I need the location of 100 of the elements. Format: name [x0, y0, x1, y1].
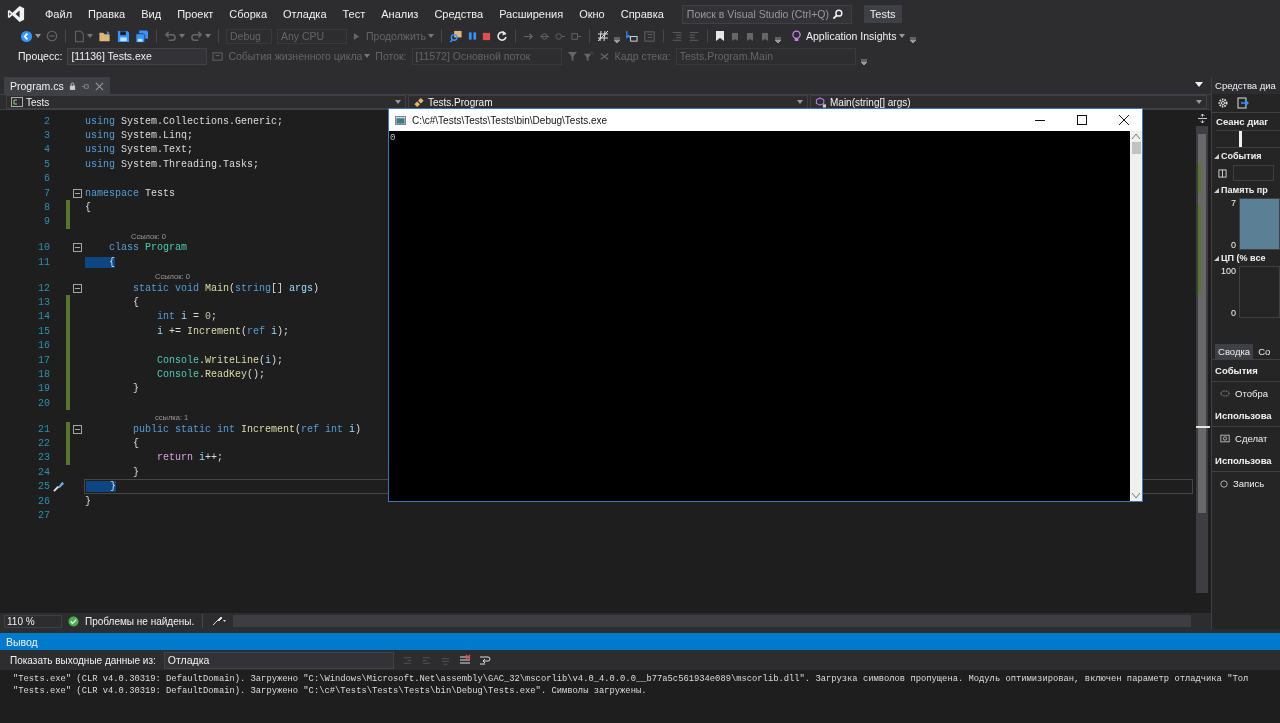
- overflow-icon[interactable]: [909, 37, 916, 43]
- menu-item[interactable]: Сборка: [221, 8, 275, 20]
- process-label: Процесс:: [18, 50, 63, 62]
- line-number: 12: [37, 282, 50, 294]
- caret-icon[interactable]: [428, 34, 435, 38]
- axis-tick: 100: [1221, 266, 1237, 276]
- menu-item[interactable]: Файл: [37, 8, 81, 20]
- menu-item[interactable]: Отладка: [275, 8, 335, 20]
- brush-icon[interactable]: [211, 616, 228, 626]
- redo-icon[interactable]: [190, 29, 203, 43]
- lightbulb-icon[interactable]: [792, 29, 802, 43]
- line-number: 23: [37, 452, 50, 464]
- collapse-icon[interactable]: [73, 243, 82, 253]
- line-number: 21: [37, 423, 50, 435]
- caret-icon[interactable]: [898, 34, 905, 38]
- menu-item[interactable]: Средства: [426, 8, 492, 20]
- expander-icon[interactable]: [1214, 153, 1220, 159]
- caret-icon[interactable]: [179, 34, 185, 38]
- caret-icon[interactable]: [1196, 100, 1203, 104]
- maximize-icon[interactable]: [1077, 115, 1087, 125]
- save-icon[interactable]: [117, 29, 130, 43]
- clear-all-icon[interactable]: [458, 654, 471, 666]
- vertical-scrollbar[interactable]: [1130, 131, 1142, 501]
- axis-tick: 0: [1231, 240, 1237, 250]
- search-field[interactable]: Поиск в Visual Studio (Ctrl+Q): [681, 4, 852, 24]
- settings-icon[interactable]: [1217, 97, 1230, 109]
- hash-icon[interactable]: [597, 30, 610, 42]
- filter-icon[interactable]: [582, 50, 594, 62]
- stop-icon[interactable]: [482, 31, 492, 41]
- menu-item[interactable]: Справка: [612, 8, 672, 20]
- menu-item[interactable]: Правка: [80, 8, 134, 20]
- caret-icon[interactable]: [395, 100, 401, 104]
- word-wrap-icon[interactable]: [478, 654, 491, 666]
- cursor-icon[interactable]: [625, 29, 639, 43]
- project-dropdown[interactable]: Tests: [6, 95, 406, 109]
- menu-item[interactable]: Окно: [571, 8, 613, 20]
- events-track: [1233, 165, 1274, 181]
- output-source-dropdown[interactable]: Отладка: [163, 651, 394, 669]
- caret-icon[interactable]: [205, 34, 211, 38]
- close-icon[interactable]: [1119, 115, 1129, 125]
- tab-list-icon[interactable]: [1195, 82, 1204, 87]
- folder-icon[interactable]: [98, 29, 112, 43]
- application-insights-button[interactable]: Application Insights: [806, 30, 897, 42]
- caret-icon[interactable]: [797, 100, 803, 104]
- overflow-icon[interactable]: [614, 37, 621, 43]
- find-source-icon[interactable]: [449, 29, 464, 43]
- code-line: int i = 0;: [156, 311, 218, 323]
- undo-icon[interactable]: [164, 29, 177, 43]
- bookmark-icon[interactable]: [715, 30, 726, 42]
- issues-status[interactable]: Проблемы не найдены.: [85, 615, 195, 627]
- line-number: 2: [43, 115, 50, 127]
- code-line: return i++;: [156, 452, 224, 464]
- summary-item[interactable]: Сделат: [1235, 433, 1268, 444]
- expander-icon[interactable]: [1214, 187, 1220, 193]
- screwdriver-icon[interactable]: [51, 480, 65, 494]
- scroll-thumb[interactable]: [1131, 142, 1141, 154]
- back-icon[interactable]: [20, 29, 33, 43]
- collapse-icon[interactable]: [73, 424, 82, 434]
- restart-icon[interactable]: [496, 30, 509, 42]
- pin-icon[interactable]: [80, 81, 90, 91]
- collapse-icon[interactable]: [73, 188, 82, 198]
- split-icon[interactable]: [1197, 114, 1207, 123]
- summary-item[interactable]: Отобра: [1235, 388, 1268, 399]
- timeline-ruler[interactable]: [1216, 130, 1280, 148]
- summary-item[interactable]: Запись: [1233, 478, 1265, 489]
- line-number: 26: [37, 495, 50, 507]
- export-icon[interactable]: [1237, 97, 1250, 109]
- menu-item[interactable]: Вид: [133, 8, 170, 20]
- expander-icon[interactable]: [1214, 255, 1220, 261]
- overflow-icon[interactable]: [860, 59, 867, 65]
- zoom-dropdown[interactable]: 110 %: [4, 614, 62, 628]
- menu-item[interactable]: Анализ: [373, 8, 427, 20]
- collapse-icon[interactable]: [73, 283, 82, 293]
- caret-icon[interactable]: [35, 34, 41, 38]
- line-number: 19: [37, 383, 50, 395]
- scroll-down-icon[interactable]: [1132, 493, 1140, 498]
- section-heading[interactable]: Память пр: [1221, 185, 1268, 195]
- events-icon: [1220, 390, 1231, 397]
- forward-icon[interactable]: [46, 30, 58, 42]
- caret-icon[interactable]: [87, 34, 93, 38]
- code-line: {: [85, 202, 91, 214]
- save-all-icon[interactable]: [135, 29, 149, 43]
- menu-item[interactable]: Тест: [334, 8, 374, 20]
- filter-icon[interactable]: [566, 50, 578, 62]
- scroll-thumb[interactable]: [1198, 134, 1207, 513]
- panel-tab[interactable]: Со: [1255, 344, 1274, 359]
- document-tab[interactable]: Program.cs: [4, 77, 110, 94]
- menu-item[interactable]: Расширения: [491, 8, 572, 20]
- process-dropdown[interactable]: [11136] Tests.exe: [67, 47, 208, 65]
- section-heading[interactable]: ЦП (% все: [1221, 253, 1266, 263]
- line-number: 16: [37, 340, 50, 352]
- scroll-up-icon[interactable]: [1132, 134, 1140, 139]
- play-icon[interactable]: [352, 31, 361, 41]
- menu-item[interactable]: Проект: [169, 8, 222, 20]
- overflow-icon[interactable]: [775, 37, 782, 43]
- section-heading[interactable]: События: [1221, 151, 1262, 161]
- lock-icon: [68, 82, 76, 90]
- caret-icon[interactable]: [364, 54, 371, 58]
- panel-tab[interactable]: Сводка: [1215, 344, 1254, 359]
- line-number: 18: [37, 368, 50, 380]
